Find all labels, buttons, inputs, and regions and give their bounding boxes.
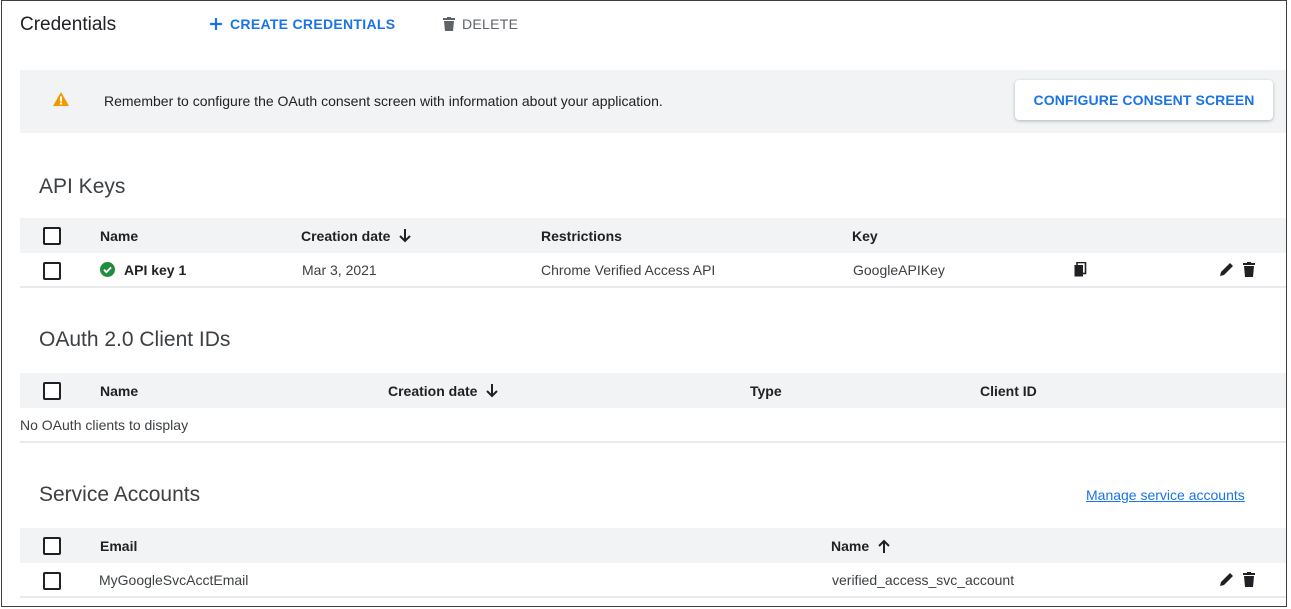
- col-restrictions: Restrictions: [541, 227, 622, 244]
- create-credentials-label: CREATE CREDENTIALS: [230, 16, 396, 32]
- api-key-name-label: API key 1: [124, 261, 187, 278]
- arrow-up-icon: [878, 539, 890, 553]
- select-all-checkbox[interactable]: [43, 227, 61, 245]
- col-name: Name: [100, 382, 139, 399]
- credentials-page: Credentials CREATE CREDENTIALS DELETE Re…: [1, 0, 1287, 607]
- col-client-id: Client ID: [980, 382, 1037, 399]
- page-header: Credentials CREATE CREDENTIALS DELETE: [2, 1, 1286, 51]
- service-accounts-title: Service Accounts: [39, 483, 201, 506]
- pencil-icon[interactable]: [1220, 262, 1234, 276]
- warning-icon: [53, 92, 69, 106]
- col-creation-date-label: Creation date: [301, 227, 391, 244]
- trash-icon[interactable]: [1243, 572, 1255, 587]
- service-account-name: verified_access_svc_account: [832, 571, 1015, 588]
- service-account-email: MyGoogleSvcAcctEmail: [99, 571, 249, 588]
- trash-icon: [443, 17, 455, 31]
- oauth-table-header: Name Creation date Type Client ID: [20, 373, 1286, 408]
- check-circle-icon: [100, 262, 115, 277]
- api-keys-table-header: Name Creation date Restrictions Key: [20, 218, 1286, 253]
- col-name[interactable]: Name: [831, 528, 890, 563]
- oauth-title: OAuth 2.0 Client IDs: [39, 328, 231, 351]
- select-all-checkbox[interactable]: [43, 537, 61, 555]
- manage-service-accounts-link[interactable]: Manage service accounts: [1086, 487, 1245, 503]
- copy-icon[interactable]: [1074, 261, 1087, 277]
- delete-button[interactable]: DELETE: [443, 16, 518, 32]
- table-row[interactable]: API key 1 Mar 3, 2021 Chrome Verified Ac…: [20, 253, 1286, 288]
- col-creation-date[interactable]: Creation date: [301, 218, 412, 253]
- service-accounts-table-header: Email Name: [20, 528, 1286, 563]
- empty-state-row: No OAuth clients to display: [20, 408, 1286, 443]
- api-keys-title: API Keys: [39, 175, 126, 198]
- arrow-down-icon: [399, 228, 412, 243]
- col-key: Key: [852, 227, 878, 244]
- page-title: Credentials: [20, 14, 117, 35]
- consent-warning-banner: Remember to configure the OAuth consent …: [20, 70, 1286, 133]
- no-oauth-clients-message: No OAuth clients to display: [20, 416, 189, 433]
- delete-label: DELETE: [462, 16, 519, 32]
- api-key-creation-date: Mar 3, 2021: [302, 261, 377, 278]
- row-checkbox[interactable]: [43, 572, 61, 590]
- create-credentials-button[interactable]: CREATE CREDENTIALS: [209, 16, 395, 32]
- row-checkbox[interactable]: [43, 262, 61, 280]
- col-creation-date[interactable]: Creation date: [388, 373, 499, 408]
- pencil-icon[interactable]: [1220, 572, 1234, 586]
- api-key-name[interactable]: API key 1: [100, 253, 186, 286]
- api-key-restrictions: Chrome Verified Access API: [541, 261, 716, 278]
- api-key-value: GoogleAPIKey: [853, 261, 945, 278]
- col-email: Email: [100, 537, 138, 554]
- col-type: Type: [750, 382, 782, 399]
- banner-message: Remember to configure the OAuth consent …: [104, 93, 663, 109]
- table-row[interactable]: MyGoogleSvcAcctEmail verified_access_svc…: [20, 563, 1286, 598]
- configure-consent-screen-button[interactable]: CONFIGURE CONSENT SCREEN: [1015, 80, 1273, 120]
- add-icon: [209, 17, 223, 31]
- arrow-down-icon: [486, 383, 499, 398]
- col-name-label: Name: [831, 537, 870, 554]
- trash-icon[interactable]: [1243, 262, 1255, 277]
- col-name: Name: [100, 227, 139, 244]
- select-all-checkbox[interactable]: [43, 382, 61, 400]
- col-creation-date-label: Creation date: [388, 382, 478, 399]
